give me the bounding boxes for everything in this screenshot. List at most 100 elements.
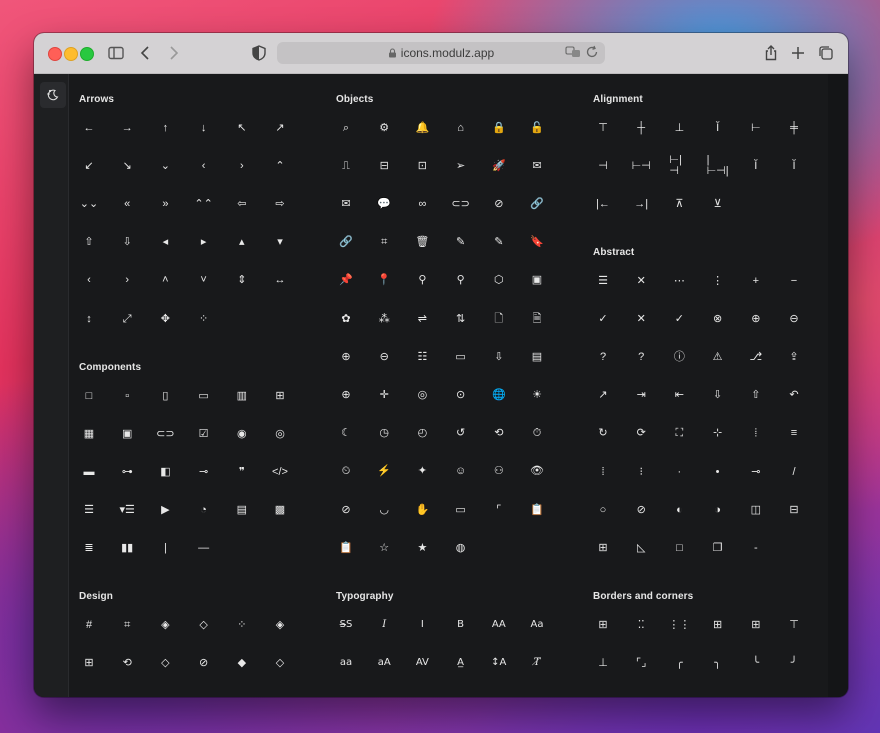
mixer-horizontal-icon[interactable]: ⇌ xyxy=(412,309,432,329)
image-icon[interactable]: ▣ xyxy=(117,424,137,444)
align-center-horizontally-icon[interactable]: ╪ xyxy=(784,118,804,138)
archive-icon[interactable]: ▣ xyxy=(527,271,547,291)
lock-open-1-icon[interactable]: 🔓 xyxy=(527,118,547,138)
mixer-vertical-icon[interactable]: ⇅ xyxy=(451,309,471,329)
thick-arrow-down-icon[interactable]: ⇩ xyxy=(117,233,137,253)
avatar-icon[interactable]: ◎ xyxy=(270,424,290,444)
upload-icon[interactable]: ⇧ xyxy=(746,386,766,406)
pie-chart-icon[interactable]: ◔ xyxy=(194,501,214,521)
question-mark-icon[interactable]: ? xyxy=(593,347,613,367)
cross-circled-icon[interactable]: ⊗ xyxy=(708,309,728,329)
space-between-vertically-icon[interactable]: Ĭ xyxy=(746,156,766,176)
crosshair-1-icon[interactable]: ⊕ xyxy=(336,385,356,405)
font-bold-icon[interactable]: B xyxy=(451,615,471,635)
commit-icon[interactable]: ⊸ xyxy=(194,462,214,482)
update-icon[interactable]: ⟳ xyxy=(631,424,651,444)
letter-spacing-icon[interactable]: AV xyxy=(412,653,432,673)
align-baseline-icon[interactable]: A̲ xyxy=(451,653,471,673)
magnifying-glass-icon[interactable]: ⌕ xyxy=(336,118,356,138)
border-right-icon[interactable]: ⊞ xyxy=(746,615,766,635)
strikethrough-icon[interactable]: S̶S xyxy=(336,615,356,635)
all-sides-icon[interactable]: ⁘ xyxy=(194,309,214,329)
minus-circled-icon[interactable]: ⊖ xyxy=(784,309,804,329)
star-filled-icon[interactable]: ★ xyxy=(412,538,432,558)
stretch-vertically-icon[interactable]: Ĭ xyxy=(708,118,728,138)
slash-icon[interactable]: / xyxy=(784,462,804,482)
share-1-icon[interactable]: ⎇ xyxy=(746,347,766,367)
letter-case-toggle-icon[interactable]: aA xyxy=(374,653,394,673)
exit-icon[interactable]: ⇤ xyxy=(669,386,689,406)
ruler-horizontal-icon[interactable]: ▭ xyxy=(451,500,471,520)
clipboard-copy-icon[interactable]: 📋 xyxy=(336,538,356,558)
cube-icon[interactable]: ⬡ xyxy=(489,271,509,291)
target-icon[interactable]: ◎ xyxy=(412,385,432,405)
thick-arrow-right-icon[interactable]: ⇨ xyxy=(270,194,290,214)
lightning-bolt-icon[interactable]: ⚡ xyxy=(374,462,394,482)
layers-icon[interactable]: ◈ xyxy=(155,615,175,635)
pin-bottom-icon[interactable]: ⊻ xyxy=(708,194,728,214)
plus-icon[interactable]: + xyxy=(746,271,766,291)
lasso-icon[interactable]: ⌗ xyxy=(374,233,394,253)
corner-bottom-right-icon[interactable]: ╯ xyxy=(784,653,804,673)
space-between-horizontally-icon[interactable]: ⊢|⊣ xyxy=(669,155,689,177)
letter-case-capitalize-icon[interactable]: Aa xyxy=(527,615,547,635)
dot-filled-icon[interactable]: • xyxy=(708,462,728,482)
crumpled-paper-icon[interactable]: ✿ xyxy=(336,309,356,329)
transparency-grid-icon[interactable]: ◇ xyxy=(270,653,290,673)
copy-icon[interactable]: ❐ xyxy=(708,538,728,558)
button-icon[interactable]: ▭ xyxy=(194,386,214,406)
minus-icon[interactable]: − xyxy=(784,271,804,291)
sun-icon[interactable]: ☀ xyxy=(527,385,547,405)
file-text-icon[interactable]: 🗎 xyxy=(527,309,547,329)
slider-icon[interactable]: ▬ xyxy=(79,462,99,482)
enter-full-screen-icon[interactable]: ⛶ xyxy=(669,424,689,444)
star-icon[interactable]: ☆ xyxy=(374,538,394,558)
cross-2-icon[interactable]: ✕ xyxy=(631,309,651,329)
enter-icon[interactable]: ⇥ xyxy=(631,386,651,406)
component-1-icon[interactable]: ⁘ xyxy=(232,615,252,635)
card-download-icon[interactable]: ⇩ xyxy=(489,347,509,367)
circle-backslash-icon[interactable]: ⊘ xyxy=(631,500,651,520)
divider-vertical-icon[interactable]: | xyxy=(155,539,175,559)
triangle-up-icon[interactable]: ▴ xyxy=(232,233,252,253)
exclamation-triangle-icon[interactable]: ⚠ xyxy=(708,347,728,367)
caret-up-icon[interactable]: ˄ xyxy=(155,271,175,291)
globe-icon[interactable]: ⊙ xyxy=(451,385,471,405)
forward-button[interactable] xyxy=(163,43,183,63)
sewing-pin-icon[interactable]: ⚲ xyxy=(412,271,432,291)
eye-open-icon[interactable]: 👁 xyxy=(527,462,547,482)
arrow-left-icon[interactable]: ← xyxy=(79,118,99,138)
align-left-icon[interactable]: ⊢ xyxy=(746,118,766,138)
reload-icon[interactable] xyxy=(585,45,599,62)
dots-horizontal-icon[interactable]: ⋯ xyxy=(669,271,689,291)
close-window-button[interactable] xyxy=(48,47,62,61)
clipboard-icon[interactable]: 📋 xyxy=(527,500,547,520)
caret-right-icon[interactable]: › xyxy=(117,271,137,291)
caret-left-icon[interactable]: ‹ xyxy=(79,271,99,291)
thick-arrow-left-icon[interactable]: ⇦ xyxy=(232,194,252,214)
ruler-square-icon[interactable]: ⌜ xyxy=(489,500,509,520)
list-bullet-icon[interactable]: ☰ xyxy=(79,501,99,521)
link-none-icon[interactable]: 🔗 xyxy=(527,194,547,214)
pin-right-icon[interactable]: →| xyxy=(631,194,651,214)
border-none-icon[interactable]: ⋮⋮ xyxy=(668,615,690,635)
quote-icon[interactable]: ❞ xyxy=(232,462,252,482)
align-right-icon[interactable]: ⊣ xyxy=(593,156,613,176)
backpack-2-icon[interactable]: ◍ xyxy=(451,538,471,558)
mix-icon[interactable]: ⁂ xyxy=(374,309,394,329)
sewing-pin-filled-icon[interactable]: ⚲ xyxy=(451,271,471,291)
card-stack-icon[interactable]: ▭ xyxy=(451,347,471,367)
caret-down-icon[interactable]: ˅ xyxy=(194,271,214,291)
link-1-icon[interactable]: ∞ xyxy=(412,194,432,214)
view-none-icon[interactable]: ◺ xyxy=(631,538,651,558)
triangle-right-icon[interactable]: ▸ xyxy=(194,233,214,253)
double-arrow-right-icon[interactable]: » xyxy=(155,194,175,214)
backpack-icon[interactable]: ⊟ xyxy=(374,156,394,176)
dots-vertical-icon[interactable]: ⋮ xyxy=(708,271,728,291)
person-icon[interactable]: ⚇ xyxy=(489,462,509,482)
check-circled-icon[interactable]: ✓ xyxy=(669,309,689,329)
pin-left-icon[interactable]: |← xyxy=(593,194,613,214)
plus-circled-icon[interactable]: ⊕ xyxy=(746,309,766,329)
bookmark-icon[interactable]: 🔖 xyxy=(527,233,547,253)
shadow-icon[interactable]: ◆ xyxy=(232,653,252,673)
